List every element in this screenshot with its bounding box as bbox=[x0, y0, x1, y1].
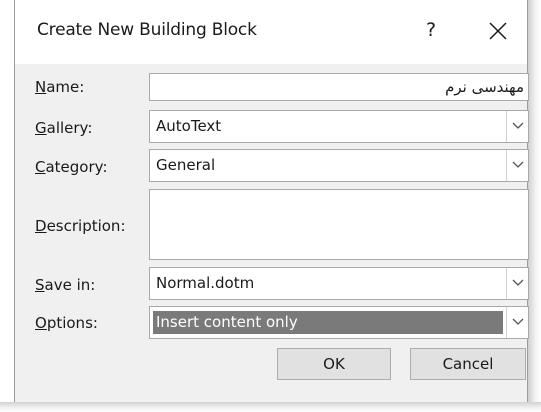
save-in-value: Normal.dotm bbox=[156, 274, 255, 292]
chevron-down-icon bbox=[512, 279, 524, 286]
close-button[interactable] bbox=[487, 20, 509, 42]
gallery-dropdown[interactable]: AutoText bbox=[149, 110, 529, 143]
save-in-label: Save in: bbox=[35, 276, 96, 294]
options-value: Insert content only bbox=[153, 311, 503, 334]
chevron-down-icon bbox=[512, 161, 524, 168]
chevron-down-icon bbox=[512, 318, 524, 325]
category-dropdown-button[interactable] bbox=[506, 150, 528, 181]
chevron-down-icon bbox=[512, 122, 524, 129]
name-input[interactable]: مهندسی نرم bbox=[149, 73, 529, 101]
description-label: Description: bbox=[35, 217, 126, 235]
ok-button[interactable]: OK bbox=[277, 348, 391, 380]
name-input-value: مهندسی نرم bbox=[445, 78, 524, 96]
help-button[interactable]: ? bbox=[420, 16, 442, 44]
save-in-dropdown[interactable]: Normal.dotm bbox=[149, 267, 529, 300]
close-icon bbox=[489, 22, 507, 40]
options-dropdown-button[interactable] bbox=[506, 307, 528, 338]
cancel-button[interactable]: Cancel bbox=[410, 348, 526, 380]
category-value: General bbox=[156, 156, 216, 174]
dialog-titlebar: Create New Building Block ? bbox=[15, 0, 527, 64]
gallery-value: AutoText bbox=[156, 117, 222, 135]
options-dropdown[interactable]: Insert content only bbox=[149, 306, 529, 339]
gallery-label: Gallery: bbox=[35, 119, 93, 137]
window-shadow-right bbox=[528, 0, 541, 412]
category-label: Category: bbox=[35, 158, 108, 176]
create-building-block-dialog: Create New Building Block ? Name: مهندسی… bbox=[14, 0, 529, 402]
gallery-dropdown-button[interactable] bbox=[506, 111, 528, 142]
page: Create New Building Block ? Name: مهندسی… bbox=[0, 0, 541, 412]
save-in-dropdown-button[interactable] bbox=[506, 268, 528, 299]
category-dropdown[interactable]: General bbox=[149, 149, 529, 182]
options-label: Options: bbox=[35, 314, 98, 332]
description-input[interactable] bbox=[149, 189, 529, 260]
dialog-title: Create New Building Block bbox=[37, 20, 257, 40]
name-label: Name: bbox=[35, 78, 85, 96]
window-shadow-bottom bbox=[0, 402, 541, 412]
